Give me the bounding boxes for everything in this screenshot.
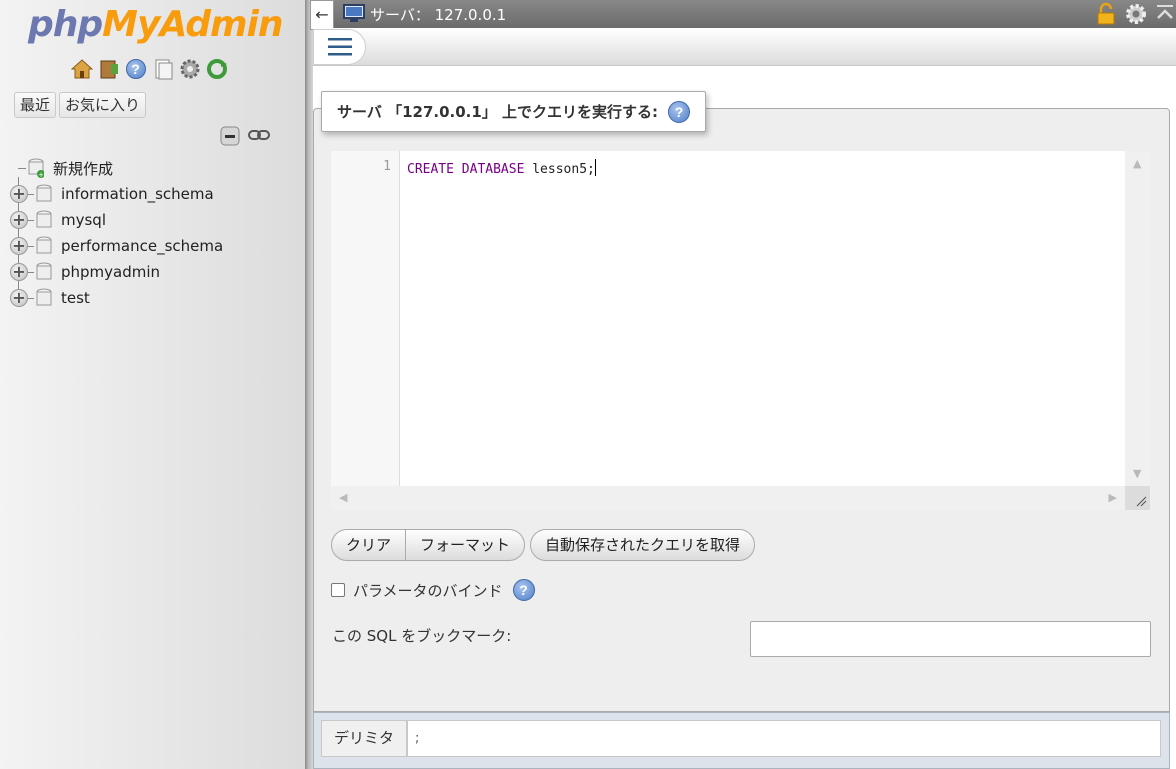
format-button[interactable]: フォーマット bbox=[405, 530, 524, 560]
navigation-panel: phpMyAdmin ? 最近 お気に入り + 新規作成 + informati… bbox=[0, 0, 305, 769]
scroll-left-icon[interactable]: ◀ bbox=[339, 491, 347, 504]
help-icon[interactable]: ? bbox=[668, 100, 691, 123]
expand-icon[interactable]: + bbox=[10, 211, 28, 229]
expand-icon[interactable]: + bbox=[10, 237, 28, 255]
settings-icon[interactable] bbox=[178, 57, 201, 80]
scroll-up-icon[interactable]: ▲ bbox=[1133, 157, 1141, 170]
database-icon bbox=[36, 262, 52, 280]
nav-icon-bar: ? bbox=[70, 57, 228, 80]
sql-identifier: lesson5; bbox=[524, 162, 595, 177]
menu-toggle-button[interactable] bbox=[313, 29, 366, 65]
bookmark-label: この SQL をブックマーク: bbox=[332, 627, 512, 645]
nav-tabs: 最近 お気に入り bbox=[14, 92, 147, 118]
new-database-icon: + bbox=[28, 158, 44, 178]
resize-handle[interactable] bbox=[1125, 486, 1150, 510]
get-autosaved-query-button[interactable]: 自動保存されたクエリを取得 bbox=[530, 529, 756, 561]
database-icon bbox=[36, 236, 52, 254]
tree-label-db[interactable]: mysql bbox=[61, 211, 106, 229]
home-icon[interactable] bbox=[70, 57, 93, 80]
expand-icon[interactable]: + bbox=[10, 185, 28, 203]
gear-icon[interactable] bbox=[1124, 2, 1148, 26]
tree-label-db[interactable]: test bbox=[61, 289, 90, 307]
bind-parameters-row: パラメータのバインド ? bbox=[331, 579, 535, 601]
help-icon[interactable]: ? bbox=[512, 579, 535, 601]
reload-icon[interactable] bbox=[205, 57, 228, 80]
hamburger-icon bbox=[327, 38, 352, 56]
tree-label-db[interactable]: information_schema bbox=[61, 185, 214, 203]
database-icon bbox=[36, 210, 52, 228]
tree-item-db[interactable]: + performance_schema bbox=[10, 233, 300, 259]
recent-tab[interactable]: 最近 bbox=[14, 92, 57, 118]
editor-button-group: クリア フォーマット bbox=[331, 529, 526, 561]
database-icon bbox=[36, 288, 52, 306]
tree-item-db[interactable]: + information_schema bbox=[10, 181, 300, 207]
svg-text:+: + bbox=[38, 171, 44, 178]
expand-icon[interactable]: + bbox=[10, 289, 28, 307]
bookmark-input[interactable] bbox=[750, 621, 1151, 657]
logo-part-php: php bbox=[28, 4, 103, 45]
tree-label-db[interactable]: phpmyadmin bbox=[61, 263, 160, 281]
lock-icon[interactable] bbox=[1094, 2, 1118, 26]
menu-bar bbox=[313, 28, 1176, 66]
exit-icon[interactable] bbox=[97, 57, 120, 80]
bind-parameters-checkbox[interactable] bbox=[331, 583, 345, 597]
collapse-icon[interactable] bbox=[1154, 2, 1176, 26]
phpmyadmin-logo[interactable]: phpMyAdmin bbox=[28, 4, 283, 45]
tree-label-db[interactable]: performance_schema bbox=[61, 237, 223, 255]
sql-code[interactable]: CREATE DATABASE lesson5; bbox=[407, 159, 596, 177]
query-panel-title: サーバ 「127.0.0.1」 上でクエリを実行する: bbox=[337, 103, 659, 121]
collapse-all-icon[interactable] bbox=[220, 124, 242, 146]
scroll-right-icon[interactable]: ▶ bbox=[1109, 491, 1117, 504]
topbar-icons bbox=[1094, 2, 1176, 26]
help-icon[interactable]: ? bbox=[124, 57, 147, 80]
server-icon bbox=[343, 4, 365, 22]
tree-item-db[interactable]: + mysql bbox=[10, 207, 300, 233]
delimiter-label: デリミタ bbox=[321, 720, 407, 757]
server-topbar: ← サーバ： 127.0.0.1 bbox=[310, 0, 1176, 30]
docs-icon[interactable] bbox=[151, 57, 174, 80]
text-cursor bbox=[594, 159, 596, 176]
line-number: 1 bbox=[383, 159, 391, 174]
back-button[interactable]: ← bbox=[310, 0, 334, 30]
tree-item-new[interactable]: + 新規作成 bbox=[10, 155, 300, 181]
resize-grip-icon bbox=[1136, 496, 1147, 507]
horizontal-scrollbar[interactable]: ◀ ▶ bbox=[331, 486, 1125, 510]
query-panel-legend: サーバ 「127.0.0.1」 上でクエリを実行する: ? bbox=[321, 91, 707, 132]
database-icon bbox=[36, 184, 52, 202]
server-breadcrumb[interactable]: サーバ： 127.0.0.1 bbox=[370, 4, 506, 25]
tree-tools bbox=[220, 124, 270, 146]
nav-resize-handle[interactable] bbox=[305, 0, 313, 769]
sql-editor[interactable]: 1 CREATE DATABASE lesson5; ▲ ▼ ◀ ▶ bbox=[331, 151, 1150, 510]
scroll-down-icon[interactable]: ▼ bbox=[1133, 467, 1141, 480]
bind-parameters-label[interactable]: パラメータのバインド bbox=[353, 580, 503, 601]
vertical-scrollbar[interactable]: ▲ ▼ bbox=[1125, 151, 1150, 486]
tree-label-new[interactable]: 新規作成 bbox=[53, 158, 113, 179]
favorites-tab[interactable]: お気に入り bbox=[59, 92, 147, 118]
tree-item-db[interactable]: + test bbox=[10, 285, 300, 311]
link-icon[interactable] bbox=[248, 124, 270, 146]
database-tree: + 新規作成 + information_schema + mysql + pe… bbox=[10, 155, 300, 311]
clear-button[interactable]: クリア bbox=[332, 530, 405, 560]
expand-icon[interactable]: + bbox=[10, 263, 28, 281]
delimiter-input[interactable]: ; bbox=[407, 720, 1161, 757]
editor-gutter: 1 bbox=[331, 151, 400, 486]
sql-keyword: CREATE DATABASE bbox=[407, 162, 525, 177]
tree-item-db[interactable]: + phpmyadmin bbox=[10, 259, 300, 285]
logo-part-myadmin: MyAdmin bbox=[102, 4, 283, 45]
